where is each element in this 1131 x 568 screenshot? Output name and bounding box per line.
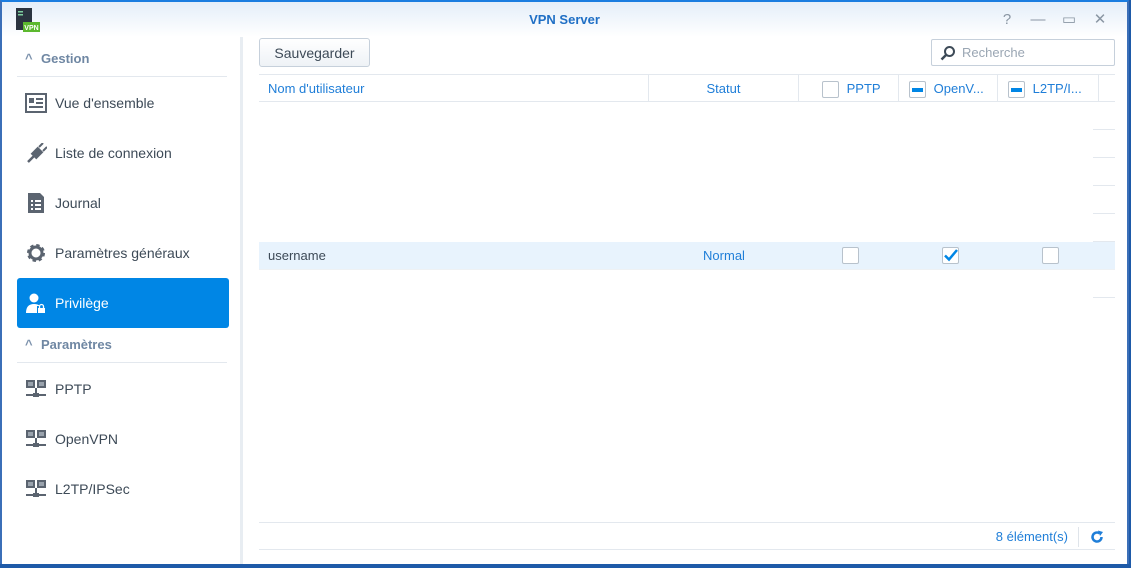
column-pptp[interactable]: PPTP: [799, 75, 899, 102]
sidebar-item-label: Vue d'ensemble: [55, 95, 155, 111]
select-all-pptp-checkbox[interactable]: [822, 81, 839, 99]
chevron-up-icon: ^: [25, 337, 33, 352]
section-label: Paramètres: [41, 337, 112, 352]
network-icon: [26, 380, 46, 397]
column-username[interactable]: Nom d'utilisateur: [259, 75, 649, 102]
column-label: PPTP: [846, 81, 881, 96]
sidebar-item-pptp[interactable]: PPTP: [17, 364, 229, 414]
plug-icon: [27, 143, 47, 163]
sidebar-item-label: PPTP: [55, 381, 92, 397]
sidebar-item-label: Privilège: [55, 295, 109, 311]
minimize-icon[interactable]: —: [1028, 10, 1048, 30]
user-lock-icon: [26, 293, 45, 313]
log-icon: [28, 193, 44, 213]
search-icon: [940, 46, 955, 61]
item-count: 8 élément(s): [996, 527, 1079, 547]
sidebar-item-privilege[interactable]: Privilège: [17, 278, 229, 328]
sidebar: ^ Gestion Vue d'ensemble Liste de connexi…: [2, 37, 243, 564]
column-label: OpenV...: [933, 81, 984, 96]
select-all-l2tp-checkbox[interactable]: [1008, 81, 1025, 99]
column-status[interactable]: Statut: [649, 75, 799, 102]
table-row[interactable]: [259, 186, 1115, 214]
column-label: L2TP/I...: [1032, 81, 1082, 96]
sidebar-item-connection-list[interactable]: Liste de connexion: [17, 128, 229, 178]
save-button[interactable]: Sauvegarder: [259, 38, 370, 67]
gear-icon: [27, 244, 45, 262]
table-row[interactable]: username Normal: [259, 242, 1115, 270]
table-row[interactable]: [259, 214, 1115, 242]
sidebar-item-label: Liste de connexion: [55, 145, 172, 161]
close-icon[interactable]: ✕: [1090, 10, 1110, 30]
column-l2tp[interactable]: L2TP/I...: [998, 75, 1099, 102]
sidebar-item-l2tp[interactable]: L2TP/IPSec: [17, 464, 229, 514]
column-openvpn[interactable]: OpenV...: [899, 75, 998, 102]
network-icon: [26, 480, 46, 497]
l2tp-checkbox[interactable]: [1042, 247, 1059, 264]
sidebar-item-label: L2TP/IPSec: [55, 481, 130, 497]
refresh-icon[interactable]: [1090, 530, 1104, 544]
sidebar-item-label: Paramètres généraux: [55, 245, 190, 261]
main-panel: Sauvegarder Recherche Nom d'utilisateur …: [259, 37, 1115, 564]
sidebar-item-general-settings[interactable]: Paramètres généraux: [17, 228, 229, 278]
chevron-up-icon: ^: [25, 51, 33, 66]
table-header: Nom d'utilisateur Statut PPTP OpenV... L…: [259, 74, 1115, 102]
openvpn-checkbox[interactable]: [942, 247, 959, 264]
section-parametres[interactable]: ^ Paramètres: [17, 327, 227, 363]
search-input[interactable]: Recherche: [931, 39, 1115, 66]
sidebar-item-journal[interactable]: Journal: [17, 178, 229, 228]
pptp-checkbox[interactable]: [842, 247, 859, 264]
maximize-icon[interactable]: ▭: [1059, 10, 1079, 30]
table-row[interactable]: [259, 130, 1115, 158]
window-title: VPN Server: [529, 12, 600, 27]
network-icon: [26, 430, 46, 447]
sidebar-item-label: Journal: [55, 195, 101, 211]
status-cell: Normal: [703, 248, 745, 263]
section-gestion[interactable]: ^ Gestion: [17, 41, 227, 77]
vpn-server-window: VPN VPN Server ? — ▭ ✕ ^ Gestion Vue d'en…: [0, 0, 1129, 564]
sidebar-item-overview[interactable]: Vue d'ensemble: [17, 78, 229, 128]
select-all-openvpn-checkbox[interactable]: [909, 81, 926, 99]
table-row[interactable]: [259, 102, 1115, 130]
column-label: Statut: [706, 81, 741, 96]
title-bar: VPN VPN Server ? — ▭ ✕: [2, 2, 1127, 37]
help-icon[interactable]: ?: [997, 10, 1017, 30]
sidebar-item-label: OpenVPN: [55, 431, 119, 447]
checkmark-icon: [944, 249, 958, 262]
overview-icon: [25, 93, 47, 113]
column-label: Nom d'utilisateur: [268, 81, 365, 96]
table-row[interactable]: [259, 270, 1115, 298]
search-placeholder: Recherche: [962, 45, 1025, 60]
table-row[interactable]: [259, 158, 1115, 186]
sidebar-item-openvpn[interactable]: OpenVPN: [17, 414, 229, 464]
section-label: Gestion: [41, 51, 90, 66]
table-footer: 8 élément(s): [259, 522, 1115, 550]
username-cell: username: [268, 248, 326, 263]
table-body: username Normal: [259, 102, 1115, 298]
